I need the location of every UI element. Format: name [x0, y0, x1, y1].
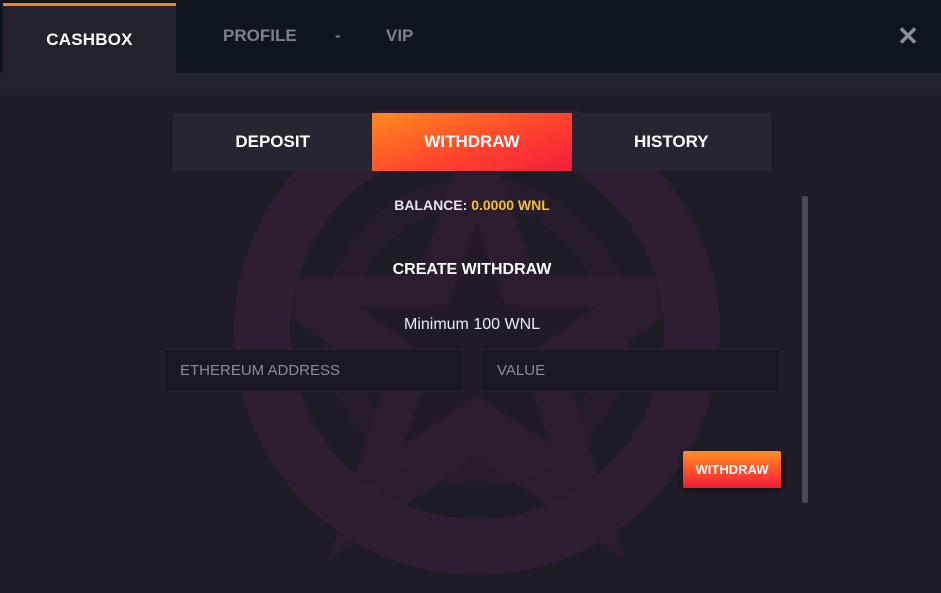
tab-deposit-label: DEPOSIT: [235, 132, 310, 151]
top-nav: CASHBOX PROFILE - VIP ✕: [0, 0, 941, 73]
close-icon: ✕: [897, 21, 919, 51]
ethereum-address-input[interactable]: [163, 349, 464, 392]
scrollbar[interactable]: [802, 196, 808, 503]
tab-withdraw[interactable]: WITHDRAW: [372, 113, 572, 171]
tab-cashbox[interactable]: CASHBOX: [3, 3, 176, 73]
tab-vip[interactable]: VIP: [386, 26, 413, 46]
cashbox-modal: CASHBOX PROFILE - VIP ✕ DEPOSIT WITHDRAW…: [0, 0, 941, 593]
balance-label: BALANCE:: [394, 197, 468, 213]
close-button[interactable]: ✕: [896, 21, 920, 51]
tab-profile[interactable]: PROFILE: [223, 26, 297, 46]
tab-history-label: HISTORY: [634, 132, 709, 151]
cashbox-sub-tabs: DEPOSIT WITHDRAW HISTORY: [173, 113, 771, 171]
withdraw-button[interactable]: WITHDRAW: [683, 451, 781, 488]
balance-amount: 0.0000 WNL: [471, 197, 550, 213]
create-withdraw-title: CREATE WITHDRAW: [392, 261, 552, 278]
tab-history[interactable]: HISTORY: [571, 113, 771, 171]
tab-cashbox-label: CASHBOX: [46, 29, 133, 49]
balance-display: BALANCE: 0.0000 WNL: [173, 197, 771, 213]
tab-deposit[interactable]: DEPOSIT: [173, 113, 373, 171]
value-input[interactable]: [480, 349, 781, 392]
header-divider-band: [0, 73, 941, 95]
tab-withdraw-label: WITHDRAW: [424, 132, 520, 151]
minimum-amount-text: Minimum 100 WNL: [403, 316, 541, 333]
nav-separator: -: [335, 26, 341, 45]
